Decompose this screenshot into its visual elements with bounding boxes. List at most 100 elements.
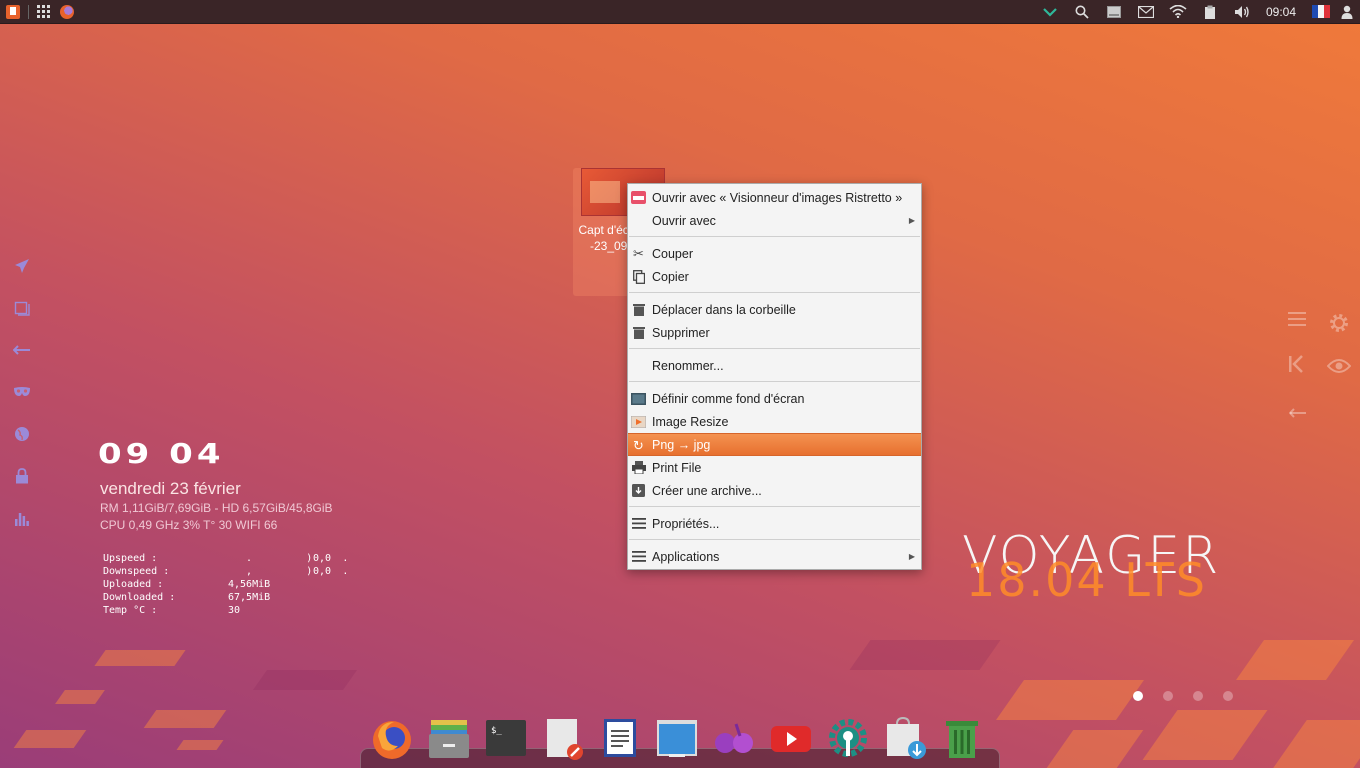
conky-memory-line: RM 1,11GiB/7,69GiB - HD 6,57GiB/45,8GiB — [100, 501, 333, 515]
back-button[interactable] — [8, 329, 36, 371]
chevron-down-icon — [1043, 7, 1057, 17]
workspace-dot-4[interactable] — [1223, 691, 1233, 701]
menu-item-create-archive[interactable]: Créer une archive... — [628, 479, 921, 502]
updates-button[interactable] — [1034, 0, 1066, 24]
volume-icon — [1234, 5, 1249, 18]
dock-video-player[interactable] — [769, 716, 813, 760]
package-download-icon — [887, 716, 926, 759]
panel-separator — [28, 4, 29, 19]
menu-item-open-with[interactable]: Ouvrir avec ▶ — [628, 209, 921, 232]
clipboard-button[interactable] — [1194, 0, 1226, 24]
dock-software-installer[interactable] — [883, 716, 927, 760]
image-resize-icon — [631, 414, 646, 429]
dock-desktop-show[interactable] — [655, 716, 699, 760]
conky-net-key: Downspeed : — [103, 566, 170, 577]
trash-icon — [631, 302, 646, 317]
top-panel: 09:04 — [0, 0, 1360, 24]
conky-cpu-line: CPU 0,49 GHz 3% T° 30 WIFI 66 — [100, 518, 278, 532]
dock-music-player[interactable] — [712, 716, 756, 760]
dock-settings[interactable] — [826, 716, 870, 760]
conky-net-key: Upspeed : — [103, 553, 158, 564]
user-icon — [1341, 5, 1353, 19]
menu-item-properties[interactable]: Propriétés... — [628, 512, 921, 535]
menu-item-cut[interactable]: ✂ Couper — [628, 242, 921, 265]
keyboard-layout-button[interactable] — [1308, 0, 1334, 24]
menu-item-print-file[interactable]: Print File — [628, 456, 921, 479]
back-widget-button[interactable] — [1288, 401, 1307, 424]
printer-icon — [631, 460, 646, 475]
skip-back-widget-button[interactable] — [1289, 355, 1305, 379]
mail-button[interactable] — [1130, 0, 1162, 24]
airplane-mode-button[interactable] — [8, 245, 36, 287]
applications-icon — [631, 549, 646, 564]
settings-widget-button[interactable] — [1327, 311, 1351, 341]
terminal-icon: $_ — [486, 720, 526, 756]
app-grid-button[interactable] — [31, 0, 57, 24]
voyager-version-text: 18.04 LTS — [966, 553, 1207, 607]
workspace-dot-2[interactable] — [1163, 691, 1173, 701]
mail-icon — [1137, 5, 1154, 18]
menu-item-move-to-trash[interactable]: Déplacer dans la corbeille — [628, 298, 921, 321]
clipboard-icon — [1204, 5, 1215, 19]
visibility-widget-button[interactable] — [1326, 357, 1352, 380]
search-button[interactable] — [1066, 0, 1098, 24]
conky-net-row: Downspeed : , ) . 0,0 — [103, 565, 348, 578]
application-menu-button[interactable] — [0, 0, 26, 24]
wallpaper-icon — [631, 391, 646, 406]
arrow-left-icon — [1288, 408, 1306, 418]
workspace-dot-3[interactable] — [1193, 691, 1203, 701]
menu-item-delete[interactable]: Supprimer — [628, 321, 921, 344]
window-list-button[interactable] — [8, 287, 36, 329]
workspace-switcher-button[interactable] — [1098, 0, 1130, 24]
dock-file-manager[interactable] — [427, 716, 471, 760]
menu-item-label: Couper — [652, 246, 693, 261]
menu-item-set-wallpaper[interactable]: Définir comme fond d'écran — [628, 387, 921, 410]
privacy-button[interactable] — [8, 371, 36, 413]
archive-icon — [631, 483, 646, 498]
gear-icon — [1330, 314, 1348, 332]
menu-widget-button[interactable] — [1288, 309, 1306, 332]
conky-net-row: Downloaded : 67,5MiB — [103, 591, 331, 604]
user-menu-button[interactable] — [1334, 0, 1360, 24]
menu-item-image-resize[interactable]: Image Resize — [628, 410, 921, 433]
network-button[interactable] — [1162, 0, 1194, 24]
conky-clock: 09 04 — [98, 438, 225, 470]
firefox-icon — [60, 4, 74, 19]
menu-item-label: Déplacer dans la corbeille — [652, 302, 796, 317]
window-stack-icon — [14, 301, 30, 316]
dock-text-editor[interactable] — [541, 716, 585, 760]
firefox-launcher-button[interactable] — [57, 0, 77, 24]
dock-trash[interactable] — [940, 716, 984, 760]
conky-hours: 09 — [98, 438, 154, 470]
conky-net-value: 30 — [228, 605, 241, 616]
menu-separator — [629, 381, 920, 382]
lock-screen-button[interactable] — [8, 455, 36, 497]
app-grid-icon — [37, 4, 51, 19]
menu-item-label: Créer une archive... — [652, 483, 762, 498]
workspace-dot-1[interactable] — [1133, 691, 1143, 701]
volume-button[interactable] — [1226, 0, 1258, 24]
panel-clock[interactable]: 09:04 — [1258, 5, 1308, 19]
whisker-menu-icon — [6, 4, 20, 19]
menu-item-png-to-jpg[interactable]: ↻ Png → jpg — [628, 433, 921, 456]
dock-office-writer[interactable] — [598, 716, 642, 760]
menu-item-label: Copier — [652, 269, 689, 284]
dock-terminal[interactable]: $_ — [484, 716, 528, 760]
left-launcher — [8, 245, 36, 539]
menu-separator — [629, 539, 920, 540]
menu-item-open-ristretto[interactable]: Ouvrir avec « Visionneur d'images Ristre… — [628, 186, 921, 209]
menu-item-applications[interactable]: Applications ▶ — [628, 545, 921, 568]
copy-icon — [631, 269, 646, 284]
menu-item-label: Print File — [652, 460, 702, 475]
convert-icon: ↻ — [633, 437, 644, 453]
delete-icon — [631, 325, 646, 340]
dock-firefox[interactable] — [370, 716, 414, 760]
menu-item-copy[interactable]: Copier — [628, 265, 921, 288]
image-viewer-icon — [631, 190, 646, 205]
firefox-icon — [373, 721, 411, 759]
web-browser-button[interactable] — [8, 413, 36, 455]
system-monitor-button[interactable] — [8, 497, 36, 539]
context-menu: Ouvrir avec « Visionneur d'images Ristre… — [627, 183, 922, 570]
menu-item-rename[interactable]: Renommer... — [628, 354, 921, 377]
conky-net-value: 0,0 — [313, 566, 332, 577]
